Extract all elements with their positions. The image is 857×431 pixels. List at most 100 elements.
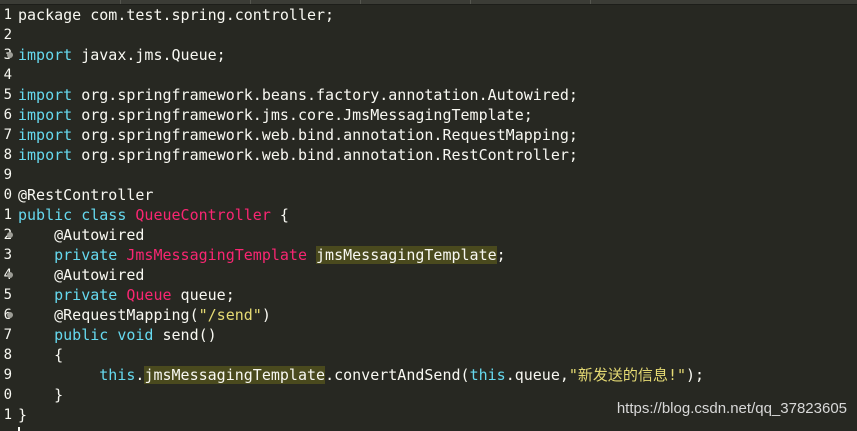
- code-line[interactable]: 7 import org.springframework.web.bind.ann…: [0, 125, 857, 145]
- code-token: @Autowired: [18, 226, 145, 244]
- code-text: public void send(): [18, 325, 217, 345]
- code-line[interactable]: 4 @Autowired: [0, 265, 857, 285]
- line-number: 0: [3, 387, 12, 403]
- line-number: 5: [3, 287, 12, 303]
- code-token: jmsMessagingTemplate: [316, 246, 497, 264]
- code-text: package com.test.spring.controller;: [18, 5, 334, 25]
- code-token: public void: [18, 326, 154, 344]
- line-number: 0: [3, 187, 12, 203]
- line-number: 4: [3, 67, 12, 83]
- line-number: 1: [3, 407, 12, 423]
- code-token: jmsMessagingTemplate: [144, 366, 326, 384]
- fold-marker-icon[interactable]: [7, 52, 13, 58]
- code-line[interactable]: 2: [0, 25, 857, 45]
- code-token: ;: [496, 246, 506, 264]
- code-token: private: [18, 286, 118, 304]
- line-number: 7: [3, 327, 12, 343]
- code-text: import org.springframework.jms.core.JmsM…: [18, 105, 533, 125]
- line-number: 8: [3, 347, 12, 363]
- code-text: this.jmsMessagingTemplate.convertAndSend…: [18, 365, 704, 385]
- code-line[interactable]: 2 @Autowired: [0, 225, 857, 245]
- line-number: 3: [3, 247, 12, 263]
- code-token: this: [469, 366, 506, 384]
- code-token: org.springframework.jms.core.JmsMessagin…: [72, 106, 533, 124]
- code-token: javax.jms.Queue;: [72, 46, 226, 64]
- code-text: @RestController: [18, 185, 153, 205]
- tab-separator: [360, 0, 361, 4]
- code-token: import: [18, 86, 73, 104]
- code-token: @RestController: [18, 186, 154, 204]
- fold-marker-icon[interactable]: [7, 312, 13, 318]
- code-token: this: [99, 366, 136, 384]
- code-token: queue;: [171, 286, 235, 304]
- code-text: import org.springframework.web.bind.anno…: [18, 125, 578, 145]
- line-number: 9: [3, 367, 12, 383]
- code-token: ): [261, 306, 271, 324]
- code-line[interactable]: 6 @RequestMapping("/send"): [0, 305, 857, 325]
- code-token: private: [18, 246, 118, 264]
- code-token: }: [18, 386, 64, 404]
- code-text: public class QueueController {: [18, 205, 289, 225]
- code-token: JmsMessagingTemplate: [126, 246, 307, 264]
- code-text: @RequestMapping("/send"): [18, 305, 271, 325]
- fold-marker-icon[interactable]: [7, 232, 13, 238]
- line-number: 1: [3, 7, 12, 23]
- code-token: QueueController: [135, 206, 271, 224]
- code-line[interactable]: 4: [0, 65, 857, 85]
- code-text: private JmsMessagingTemplate jmsMessagin…: [18, 245, 506, 265]
- code-line[interactable]: 7 public void send(): [0, 325, 857, 345]
- code-token: {: [270, 206, 289, 224]
- code-line[interactable]: 1 package com.test.spring.controller;: [0, 5, 857, 25]
- code-token: {: [18, 346, 64, 364]
- code-token: import: [18, 46, 73, 64]
- code-token: public class: [18, 206, 127, 224]
- code-line[interactable]: 0 @RestController: [0, 185, 857, 205]
- code-token: );: [686, 366, 705, 384]
- tab-separator: [120, 0, 121, 4]
- code-text: }: [18, 405, 27, 425]
- tab-separator: [590, 0, 591, 4]
- code-token: .convertAndSend(: [325, 366, 470, 384]
- code-token: @RequestMapping(: [18, 306, 199, 324]
- watermark: https://blog.csdn.net/qq_37823605: [616, 400, 847, 417]
- text-cursor: [18, 427, 20, 431]
- code-line[interactable]: 5 private Queue queue;: [0, 285, 857, 305]
- code-line[interactable]: 5 import org.springframework.beans.factor…: [0, 85, 857, 105]
- tab-separator: [470, 0, 471, 4]
- code-token: import: [18, 106, 73, 124]
- line-number: 1: [3, 207, 12, 223]
- code-text: import javax.jms.Queue;: [18, 45, 226, 65]
- code-line[interactable]: 3import javax.jms.Queue;: [0, 45, 857, 65]
- code-token: .queue,: [505, 366, 569, 384]
- code-token: org.springframework.web.bind.annotation.…: [72, 146, 578, 164]
- code-token: org.springframework.web.bind.annotation.…: [72, 126, 578, 144]
- code-token: "新发送的信息!": [568, 366, 686, 384]
- code-line[interactable]: 6 import org.springframework.jms.core.Jms…: [0, 105, 857, 125]
- code-text: }: [18, 385, 63, 405]
- code-line[interactable]: 8 {: [0, 345, 857, 365]
- code-text: @Autowired: [18, 265, 144, 285]
- code-token: }: [18, 406, 28, 424]
- code-token: package com.test.spring.controller;: [18, 6, 335, 24]
- code-line[interactable]: 3 private JmsMessagingTemplate jmsMessag…: [0, 245, 857, 265]
- code-text: private Queue queue;: [18, 285, 235, 305]
- code-line[interactable]: 9: [0, 165, 857, 185]
- code-token: org.springframework.beans.factory.annota…: [72, 86, 578, 104]
- code-token: "/send": [198, 306, 262, 324]
- code-line[interactable]: 8 import org.springframework.web.bind.ann…: [0, 145, 857, 165]
- code-editor[interactable]: 1package com.test.spring.controller;23im…: [0, 5, 857, 425]
- code-line[interactable]: 9 this.jmsMessagingTemplate.convertAndSe…: [0, 365, 857, 385]
- line-number: 8: [3, 147, 12, 163]
- fold-marker-icon[interactable]: [7, 272, 13, 278]
- code-token: import: [18, 126, 73, 144]
- line-number: 6: [3, 107, 12, 123]
- code-line[interactable]: 1 public class QueueController {: [0, 205, 857, 225]
- code-token: @Autowired: [18, 266, 145, 284]
- code-token: Queue: [126, 286, 172, 304]
- line-number: 2: [3, 27, 12, 43]
- line-number: 5: [3, 87, 12, 103]
- code-text: @Autowired: [18, 225, 144, 245]
- tab-separator: [250, 0, 251, 4]
